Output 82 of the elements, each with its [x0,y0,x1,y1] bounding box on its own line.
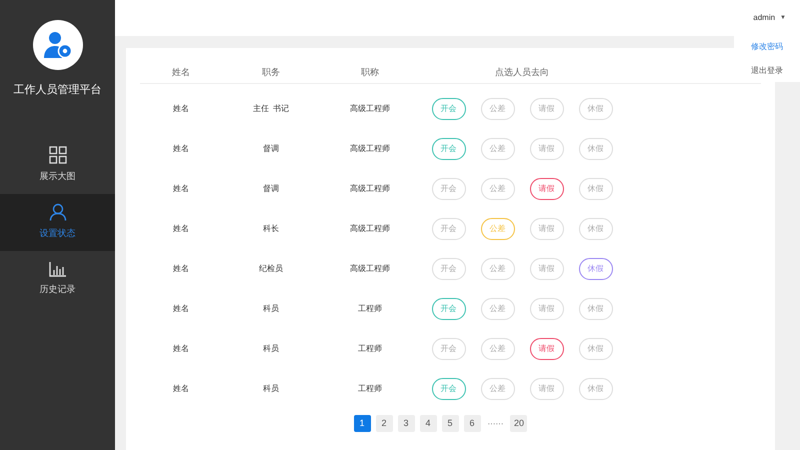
table-cell: 高级工程师 [350,223,390,235]
table-cell: 姓名 [173,103,189,115]
page-button[interactable]: 5 [442,415,458,432]
status-option[interactable]: 公差 [480,218,514,240]
table-cell: 工程师 [358,303,382,315]
bar-chart-icon [48,261,66,278]
status-option[interactable]: 休假 [578,138,612,160]
status-option[interactable]: 请假 [530,178,564,200]
status-option[interactable]: 请假 [530,258,564,280]
status-option[interactable]: 休假 [578,98,612,120]
table-cell: 姓名 [173,343,189,355]
table-cell: 科员 [263,303,279,315]
status-option[interactable]: 开会 [432,138,466,160]
table-cell: 姓名 [173,303,189,315]
status-option[interactable]: 开会 [432,98,466,120]
pagination-ellipsis: ······ [486,418,504,430]
user-icon [48,203,66,222]
status-option[interactable]: 公差 [480,258,514,280]
status-option[interactable]: 公差 [480,378,514,400]
table-cell: 督调 [263,143,279,155]
status-option[interactable]: 开会 [432,338,466,360]
status-option[interactable]: 开会 [432,258,466,280]
status-option[interactable]: 开会 [432,298,466,320]
status-option[interactable]: 公差 [480,178,514,200]
table-cell: 科长 [263,223,279,235]
nav-item[interactable]: 历史记录 [0,250,115,308]
column-header: 职称 [361,66,379,79]
nav-label: 设置状态 [40,227,76,240]
status-option[interactable]: 公差 [480,298,514,320]
status-option[interactable]: 开会 [432,218,466,240]
page-button[interactable]: 20 [510,415,528,432]
status-option[interactable]: 请假 [530,218,564,240]
page-button[interactable]: 6 [464,415,480,432]
status-option[interactable]: 休假 [578,378,612,400]
status-option[interactable]: 开会 [432,378,466,400]
menu-item[interactable]: 退出登录 [751,65,783,77]
table-cell: 工程师 [358,343,382,355]
table-cell: 高级工程师 [350,143,390,155]
username[interactable]: admin [753,12,776,24]
table-cell: 高级工程师 [350,103,390,115]
table-cell: 姓名 [173,263,189,275]
table-cell: 工程师 [358,383,382,395]
table-cell: 高级工程师 [350,263,390,275]
status-option[interactable]: 请假 [530,138,564,160]
status-option[interactable]: 开会 [432,178,466,200]
column-header: 职务 [262,66,280,79]
status-option[interactable]: 请假 [530,298,564,320]
table-cell: 姓名 [173,143,189,155]
table-cell: 高级工程师 [350,183,390,195]
table-cell: 纪检员 [259,263,283,275]
nav-item[interactable]: 设置状态 [0,194,115,250]
status-option[interactable]: 公差 [480,98,514,120]
status-option[interactable]: 公差 [480,338,514,360]
status-option[interactable]: 请假 [530,378,564,400]
nav-label: 展示大图 [40,170,76,184]
status-option[interactable]: 休假 [578,338,612,360]
column-header: 姓名 [172,66,190,79]
user-gear-icon [42,31,72,59]
table-cell: 科员 [263,383,279,395]
page-button[interactable]: 3 [398,415,414,432]
table-cell: 主任 书记 [252,103,290,115]
table-cell: 姓名 [173,183,189,195]
page-button[interactable]: 2 [376,415,392,432]
status-option[interactable]: 休假 [578,218,612,240]
status-option[interactable]: 公差 [480,138,514,160]
menu-item[interactable]: 修改密码 [751,41,783,53]
grid-icon [48,146,66,164]
table-cell: 姓名 [173,383,189,395]
nav-label: 历史记录 [40,283,76,296]
status-option[interactable]: 休假 [578,258,612,280]
status-option[interactable]: 休假 [578,298,612,320]
table-cell: 督调 [263,183,279,195]
table-cell: 科员 [263,343,279,355]
page-button[interactable]: 1 [354,415,370,432]
table-cell: 姓名 [173,223,189,235]
status-option[interactable]: 休假 [578,178,612,200]
platform-title: 工作人员管理平台 [14,83,102,98]
page-button[interactable]: 4 [420,415,436,432]
status-option[interactable]: 请假 [530,98,564,120]
column-header: 点选人员去向 [495,66,549,79]
status-option[interactable]: 请假 [530,338,564,360]
nav-item[interactable]: 展示大图 [0,136,115,194]
